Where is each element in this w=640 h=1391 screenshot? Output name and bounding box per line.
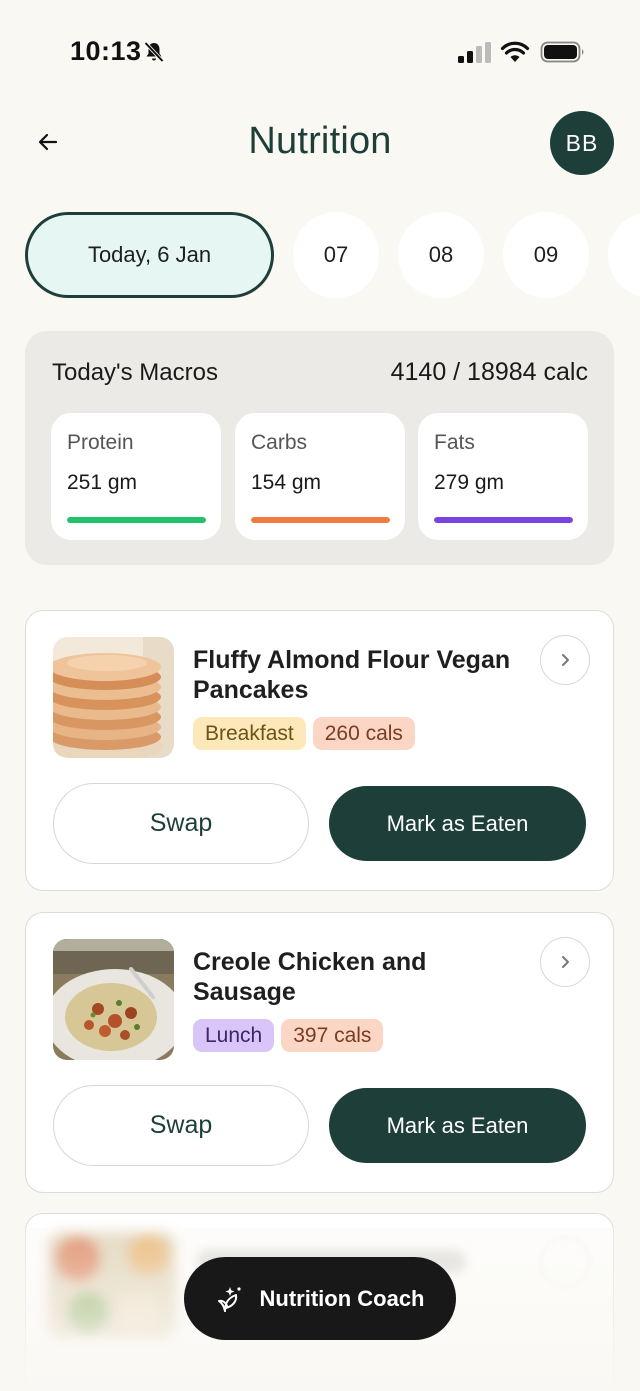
swap-button[interactable]: Swap <box>53 1085 309 1166</box>
meal-image-pancakes <box>53 637 174 758</box>
meal-tags: Lunch 397 cals <box>193 1019 384 1052</box>
meal-card[interactable]: Creole Chicken and Sausage Lunch 397 cal… <box>25 912 614 1193</box>
macro-label: Protein <box>67 431 134 454</box>
date-day-partial[interactable] <box>608 212 640 298</box>
macro-label: Fats <box>434 431 475 454</box>
calorie-tag: 260 cals <box>312 717 415 750</box>
macro-progress-bar <box>434 517 573 523</box>
meal-type-tag: Breakfast <box>193 717 306 750</box>
meal-type-tag: Lunch <box>193 1019 275 1052</box>
macro-progress-fill <box>67 517 206 523</box>
nutrition-coach-button[interactable]: Nutrition Coach <box>184 1257 456 1340</box>
battery-icon <box>540 41 584 63</box>
meal-title[interactable]: Fluffy Almond Flour Vegan Pancakes <box>193 645 533 705</box>
cellular-signal-icon <box>458 42 491 63</box>
date-day[interactable]: 07 <box>293 212 379 298</box>
mark-as-eaten-button[interactable]: Mark as Eaten <box>329 1088 586 1163</box>
date-strip: Today, 6 Jan 07 08 09 <box>0 212 640 300</box>
macro-value: 154 gm <box>251 471 322 494</box>
macro-progress-fill <box>251 517 390 523</box>
macro-value: 279 gm <box>434 471 505 494</box>
date-day[interactable]: 08 <box>398 212 484 298</box>
meal-title[interactable]: Creole Chicken and Sausage <box>193 947 533 1007</box>
macro-progress-bar <box>67 517 206 523</box>
bell-slash-icon <box>144 41 164 63</box>
meal-tags: Breakfast 260 cals <box>193 717 415 750</box>
macros-title: Today's Macros <box>52 359 218 386</box>
macros-total: 4140 / 18984 calc <box>390 358 588 386</box>
macros-card: Today's Macros 4140 / 18984 calc Protein… <box>25 331 614 565</box>
macro-progress-fill <box>434 517 573 523</box>
avatar[interactable]: BB <box>550 111 614 175</box>
macro-carbs: Carbs 154 gm <box>235 413 405 540</box>
chevron-right-icon <box>562 956 569 968</box>
meal-image-creole-chicken <box>53 939 174 1060</box>
wifi-icon <box>500 41 530 62</box>
macro-fats: Fats 279 gm <box>418 413 588 540</box>
macro-progress-bar <box>251 517 390 523</box>
meal-card[interactable]: Fluffy Almond Flour Vegan Pancakes Break… <box>25 610 614 891</box>
sparkle-leaf-icon <box>217 1286 241 1312</box>
meal-details-button[interactable] <box>540 635 590 685</box>
nutrition-coach-label: Nutrition Coach <box>259 1285 425 1311</box>
status-time: 10:13 <box>70 36 142 66</box>
chevron-right-icon <box>562 654 569 666</box>
date-day[interactable]: 09 <box>503 212 589 298</box>
swap-button[interactable]: Swap <box>53 783 309 864</box>
macro-protein: Protein 251 gm <box>51 413 221 540</box>
macro-label: Carbs <box>251 431 308 454</box>
meal-details-button[interactable] <box>540 937 590 987</box>
page-title: Nutrition <box>248 120 392 162</box>
date-today[interactable]: Today, 6 Jan <box>25 212 274 298</box>
calorie-tag: 397 cals <box>281 1019 384 1052</box>
mark-as-eaten-button[interactable]: Mark as Eaten <box>329 786 586 861</box>
macro-value: 251 gm <box>67 471 138 494</box>
status-bar: 10:13 <box>0 0 640 100</box>
